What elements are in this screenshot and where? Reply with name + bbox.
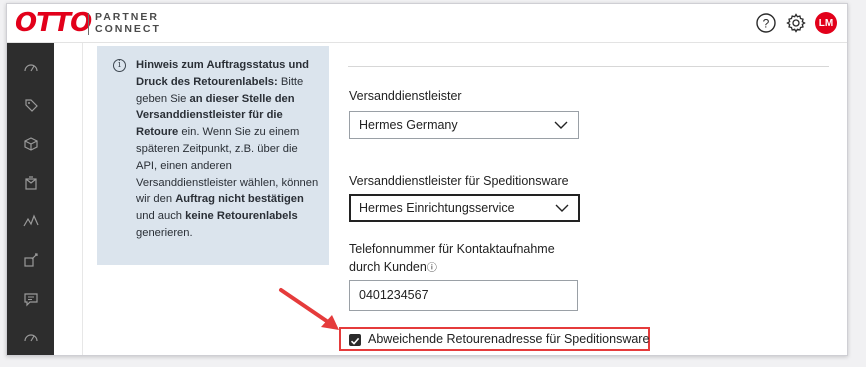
- wordmark-line-2: CONNECT: [95, 23, 161, 35]
- deviating-return-address-checkbox[interactable]: [349, 334, 361, 346]
- user-avatar[interactable]: LM: [815, 12, 837, 34]
- phone-input-value: 0401234567: [359, 288, 429, 302]
- svg-text:?: ?: [763, 17, 770, 31]
- phone-input[interactable]: 0401234567: [349, 280, 578, 311]
- phone-label-text: durch Kunden: [349, 260, 427, 274]
- carrier-select-value: Hermes Germany: [359, 118, 458, 132]
- analytics-line-icon[interactable]: [21, 211, 41, 231]
- returns-box-icon[interactable]: [21, 173, 41, 193]
- carrier-select[interactable]: Hermes Germany: [349, 111, 579, 139]
- chevron-down-icon: [554, 121, 568, 129]
- messages-icon[interactable]: [21, 289, 41, 309]
- info-emph-2: Auftrag nicht bestätigen: [175, 193, 304, 206]
- info-icon: i: [113, 59, 126, 72]
- tag-icon[interactable]: [21, 95, 41, 115]
- chevron-down-icon: [555, 204, 569, 212]
- app-window: OTTO PARTNER CONNECT ? LM i Hinweis zum …: [6, 3, 848, 356]
- wordmark-line-1: PARTNER: [95, 11, 159, 23]
- package-icon[interactable]: [21, 134, 41, 154]
- phone-info-icon[interactable]: ⓘ: [427, 263, 437, 274]
- otto-logo[interactable]: OTTO: [15, 8, 92, 38]
- info-emph-3: keine Retourenlabels: [185, 210, 298, 223]
- checkmark-icon: [350, 337, 360, 345]
- partner-connect-wordmark: PARTNER CONNECT: [95, 11, 161, 35]
- dashboard-gauge-icon[interactable]: [21, 327, 41, 347]
- phone-label-line2: durch Kundenⓘ: [349, 259, 437, 277]
- phone-label-line1: Telefonnummer für Kontaktaufnahme: [349, 242, 555, 256]
- help-icon[interactable]: ?: [755, 12, 777, 34]
- carrier-label: Versanddienstleister: [349, 89, 462, 103]
- freight-carrier-label: Versanddienstleister für Speditionsware: [349, 174, 569, 188]
- deviating-return-address-checkbox-highlight[interactable]: Abweichende Retourenadresse für Speditio…: [339, 327, 650, 351]
- content-gutter: [54, 43, 82, 355]
- info-text-3: und auch: [136, 210, 186, 223]
- freight-carrier-select-value: Hermes Einrichtungsservice: [359, 201, 515, 215]
- settings-gear-icon[interactable]: [785, 12, 807, 34]
- info-hint-box: i Hinweis zum Auftragsstatus und Druck d…: [97, 46, 329, 265]
- top-header: OTTO PARTNER CONNECT ? LM: [7, 4, 847, 43]
- freight-carrier-select[interactable]: Hermes Einrichtungsservice: [349, 194, 580, 222]
- info-text-4: generieren.: [136, 226, 193, 239]
- dashboard-gauge-icon[interactable]: [21, 57, 41, 77]
- logo-divider: [88, 13, 89, 35]
- sidebar-nav: [7, 43, 54, 355]
- deviating-return-address-label[interactable]: Abweichende Retourenadresse für Speditio…: [368, 331, 649, 348]
- products-edit-icon[interactable]: [21, 250, 41, 270]
- divider: [82, 43, 83, 355]
- section-divider: [348, 66, 829, 67]
- info-hint-text: Hinweis zum Auftragsstatus und Druck des…: [136, 57, 321, 242]
